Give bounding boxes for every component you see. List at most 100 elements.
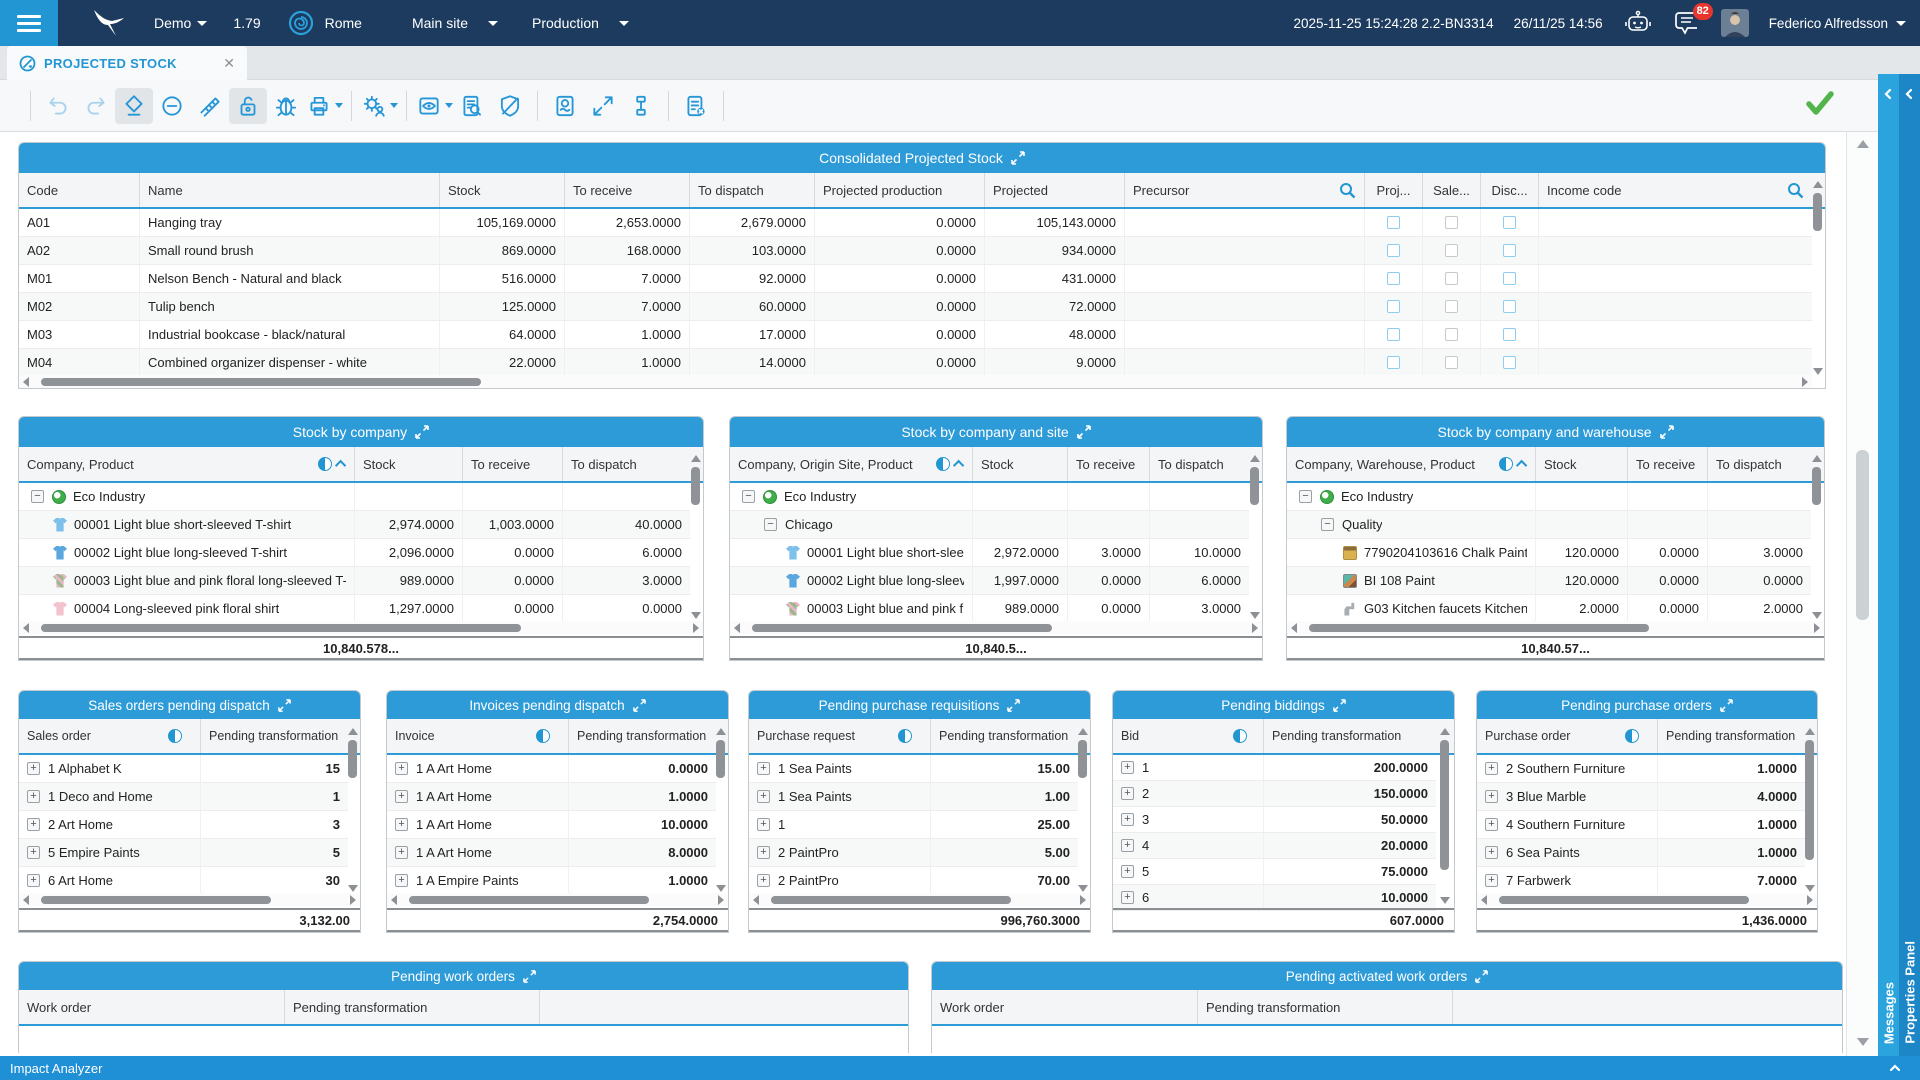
scroll-up-arrow[interactable]: [1812, 455, 1822, 462]
scroll-up-arrow[interactable]: [1078, 728, 1088, 735]
redo-button[interactable]: [77, 88, 115, 124]
table-row[interactable]: + 1 A Art Home 10.0000: [387, 811, 716, 839]
fullscreen-button[interactable]: [584, 88, 622, 124]
column-header-stock[interactable]: Stock: [972, 447, 1067, 481]
expand-panel-icon[interactable]: [1333, 699, 1346, 712]
scroll-right-arrow[interactable]: [693, 623, 699, 633]
scrollbar-thumb[interactable]: [1805, 740, 1814, 860]
column-header-purchase-order[interactable]: Purchase order: [1477, 719, 1657, 753]
table-row[interactable]: + 6 Art Home 30: [19, 867, 348, 895]
search-icon[interactable]: [1787, 182, 1804, 199]
tree-collapse-toggle[interactable]: −: [31, 490, 44, 503]
scroll-right-arrow[interactable]: [1807, 895, 1813, 905]
tree-collapse-toggle[interactable]: −: [764, 518, 777, 531]
sale-checkbox[interactable]: [1445, 244, 1458, 257]
expand-panel-icon[interactable]: [1011, 151, 1025, 165]
expand-panel-icon[interactable]: [1660, 425, 1674, 439]
impact-analyzer-label[interactable]: Impact Analyzer: [10, 1061, 103, 1076]
tree-expand-toggle[interactable]: +: [1485, 762, 1498, 775]
scroll-left-arrow[interactable]: [753, 895, 759, 905]
scroll-down-arrow[interactable]: [348, 885, 358, 892]
table-row[interactable]: 00002 Light blue long-sleeved... 1,997.0…: [730, 567, 1249, 595]
group-mode-icon[interactable]: [936, 457, 950, 471]
table-row[interactable]: M03 Industrial bookcase - black/natural …: [19, 321, 1812, 349]
column-header-stock[interactable]: Stock: [354, 447, 462, 481]
column-header-work-order[interactable]: Work order: [19, 990, 284, 1024]
user-menu[interactable]: Federico Alfredsson: [1769, 16, 1906, 31]
table-row[interactable]: + 7 Farbwerk 7.0000: [1477, 867, 1805, 895]
expand-panel-icon[interactable]: [633, 699, 646, 712]
scroll-right-arrow[interactable]: [1802, 377, 1808, 387]
table-row[interactable]: + 3 Blue Marble 4.0000: [1477, 783, 1805, 811]
undo-button[interactable]: [39, 88, 77, 124]
column-header-stock[interactable]: Stock: [1535, 447, 1627, 481]
table-row[interactable]: + 1 A Art Home 0.0000: [387, 755, 716, 783]
table-row[interactable]: A02 Small round brush 869.0000 168.0000 …: [19, 237, 1812, 265]
tree-expand-toggle[interactable]: +: [27, 846, 40, 859]
column-header-to-receive[interactable]: To receive: [564, 173, 689, 207]
vertical-scrollbar[interactable]: [715, 726, 727, 894]
vertical-scrollbar[interactable]: [1804, 726, 1816, 894]
scrollbar-thumb[interactable]: [1813, 193, 1822, 231]
assistant-robot-icon[interactable]: [1623, 9, 1653, 37]
vertical-scrollbar[interactable]: [1812, 179, 1824, 377]
page-vertical-scrollbar[interactable]: [1846, 132, 1878, 1056]
sale-checkbox[interactable]: [1445, 272, 1458, 285]
shield-off-button[interactable]: [491, 88, 529, 124]
scrollbar-thumb[interactable]: [1250, 467, 1259, 505]
sale-checkbox[interactable]: [1445, 356, 1458, 369]
tree-expand-toggle[interactable]: +: [1485, 846, 1498, 859]
tree-expand-toggle[interactable]: +: [757, 818, 770, 831]
table-row[interactable]: + 1 25.00: [749, 811, 1078, 839]
tree-expand-toggle[interactable]: +: [395, 846, 408, 859]
sale-checkbox[interactable]: [1445, 216, 1458, 229]
disc-checkbox[interactable]: [1503, 300, 1516, 313]
table-row[interactable]: 00004 Long-sleeved pink floral shirt 1,2…: [19, 595, 690, 623]
scroll-left-arrow[interactable]: [734, 623, 740, 633]
tree-expand-toggle[interactable]: +: [1121, 813, 1134, 826]
tree-expand-toggle[interactable]: +: [395, 790, 408, 803]
column-header-projected-production[interactable]: Projected production: [814, 173, 984, 207]
messages-button[interactable]: 82: [1673, 9, 1701, 38]
table-row[interactable]: − Quality: [1287, 511, 1811, 539]
column-header-invoice[interactable]: Invoice: [387, 719, 568, 753]
scroll-up-arrow[interactable]: [691, 455, 701, 462]
group-mode-icon[interactable]: [1499, 457, 1513, 471]
search-icon[interactable]: [1339, 182, 1356, 199]
group-mode-icon[interactable]: [1625, 729, 1639, 743]
table-row[interactable]: BI 108 Paint 120.0000 0.0000 0.0000: [1287, 567, 1811, 595]
column-header-to-receive[interactable]: To receive: [1627, 447, 1707, 481]
column-header-company-warehouse-product[interactable]: Company, Warehouse, Product: [1287, 447, 1535, 481]
table-row[interactable]: M02 Tulip bench 125.0000 7.0000 60.0000 …: [19, 293, 1812, 321]
tree-expand-toggle[interactable]: +: [1485, 818, 1498, 831]
proj-checkbox[interactable]: [1387, 300, 1400, 313]
vertical-scrollbar[interactable]: [690, 453, 702, 621]
scrollbar-thumb[interactable]: [1499, 896, 1749, 904]
table-row[interactable]: + 3 50.0000: [1113, 807, 1436, 833]
tree-expand-toggle[interactable]: +: [395, 874, 408, 887]
tree-expand-toggle[interactable]: +: [27, 762, 40, 775]
tree-expand-toggle[interactable]: +: [757, 874, 770, 887]
scroll-down-arrow[interactable]: [1812, 612, 1822, 619]
scroll-left-arrow[interactable]: [391, 895, 397, 905]
horizontal-scrollbar[interactable]: [19, 375, 1812, 388]
table-row[interactable]: + 2 PaintPro 5.00: [749, 839, 1078, 867]
scrollbar-thumb[interactable]: [691, 467, 700, 505]
expand-panel-icon[interactable]: [1475, 970, 1488, 983]
disc-checkbox[interactable]: [1503, 356, 1516, 369]
site-dropdown[interactable]: Main site: [412, 15, 498, 31]
table-row[interactable]: + 4 20.0000: [1113, 833, 1436, 859]
group-mode-icon[interactable]: [168, 729, 182, 743]
table-row[interactable]: − Eco Industry: [19, 483, 690, 511]
column-header-income-code[interactable]: Income code: [1538, 173, 1812, 207]
table-row[interactable]: − Eco Industry: [1287, 483, 1811, 511]
scroll-right-arrow[interactable]: [1080, 895, 1086, 905]
scroll-down-arrow[interactable]: [691, 612, 701, 619]
column-header-bid[interactable]: Bid: [1113, 719, 1263, 753]
scrollbar-thumb[interactable]: [716, 740, 725, 778]
table-row[interactable]: + 2 Southern Furniture 1.0000: [1477, 755, 1805, 783]
environment-dropdown[interactable]: Demo: [154, 15, 207, 31]
table-row[interactable]: 00001 Light blue short-sleeved T-shirt 2…: [19, 511, 690, 539]
column-header-precursor[interactable]: Precursor: [1124, 173, 1364, 207]
scroll-down-arrow[interactable]: [1805, 885, 1815, 892]
